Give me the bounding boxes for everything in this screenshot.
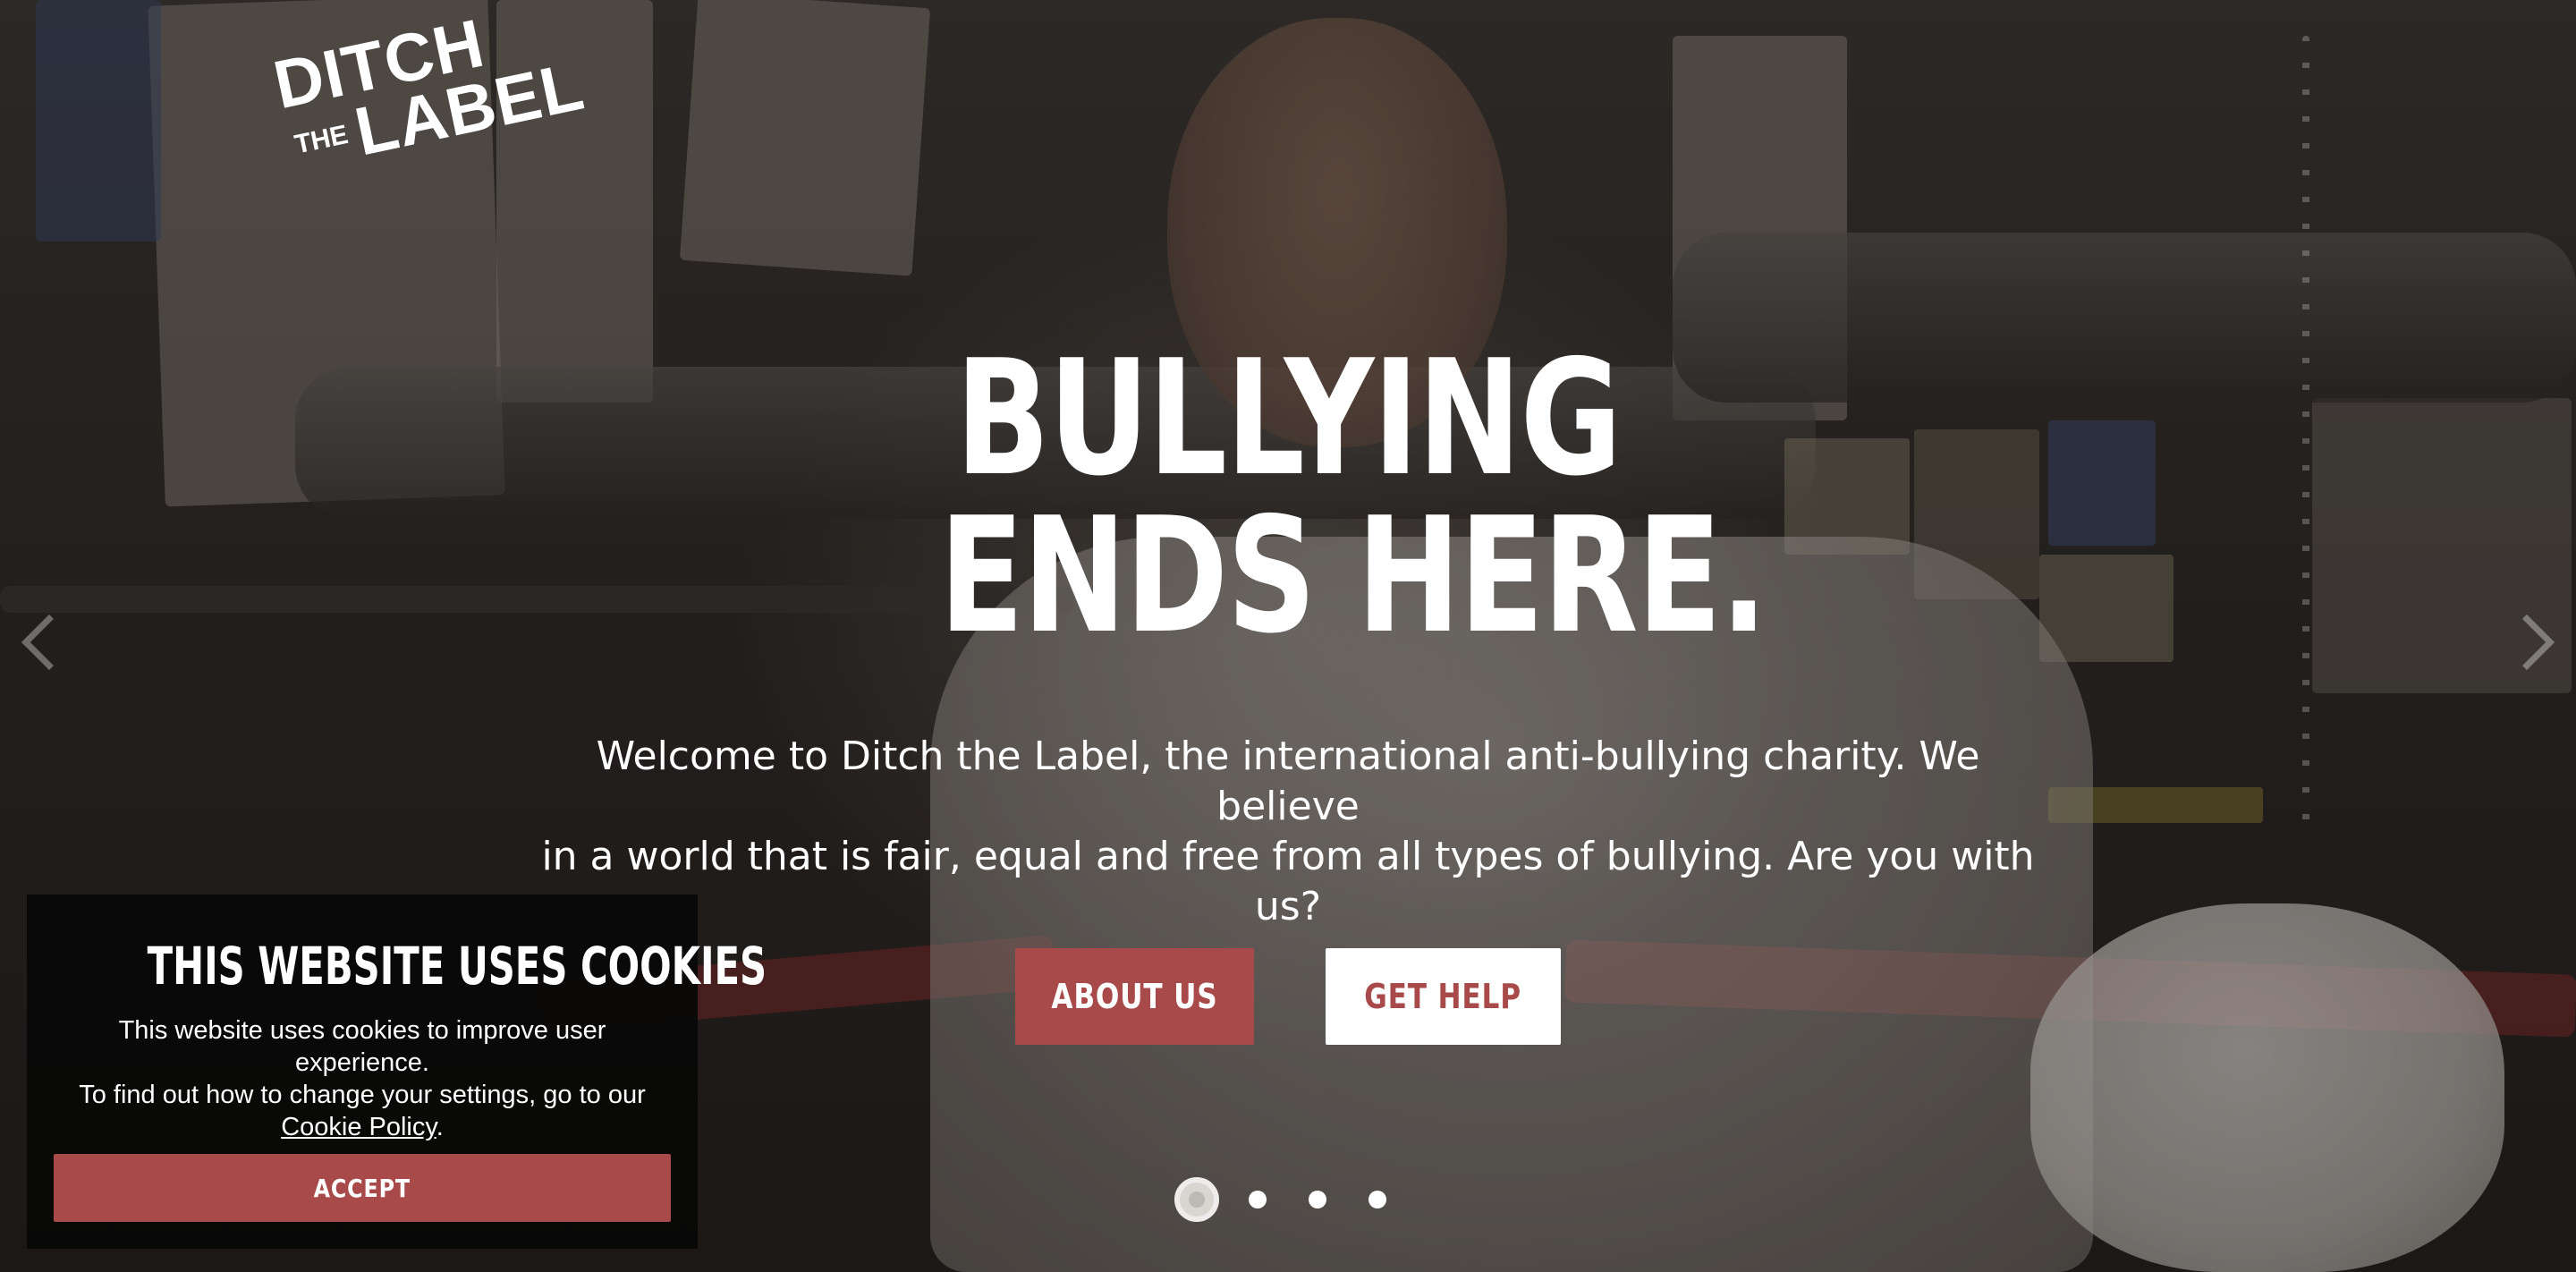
carousel-dot-2[interactable] [1249, 1191, 1267, 1208]
carousel-prev-button[interactable] [18, 598, 80, 687]
cookie-message-line-2: To find out how to change your settings,… [79, 1081, 646, 1109]
intro-line-1: Welcome to Ditch the Label, the internat… [596, 734, 1980, 829]
hero-intro-text: Welcome to Ditch the Label, the internat… [537, 732, 2039, 932]
cookie-title-text: THIS WEBSITE USES COOKIES [147, 936, 767, 996]
carousel-dot-4[interactable] [1368, 1191, 1386, 1208]
carousel-dot-1[interactable] [1174, 1177, 1219, 1222]
cookie-banner: THIS WEBSITE USES COOKIES This website u… [27, 895, 767, 1249]
logo-text-the: THE [292, 119, 352, 160]
cookie-accept-button[interactable]: ACCEPT [54, 1154, 671, 1222]
about-us-label: ABOUT US [1051, 977, 1218, 1016]
chevron-left-icon [21, 614, 78, 671]
about-us-button[interactable]: ABOUT US [1015, 948, 1254, 1045]
carousel-pagination [1174, 1177, 1407, 1222]
cookie-policy-link[interactable]: Cookie Policy [281, 1113, 436, 1141]
headline-line-2: ENDS HERE. [939, 483, 1767, 668]
hero-headline: BULLYING ENDS HERE. [939, 326, 1767, 668]
chevron-right-icon [2498, 614, 2555, 671]
carousel-next-button[interactable] [2496, 598, 2558, 687]
headline-line-1: BULLYING [955, 326, 1622, 511]
cookie-banner-title: THIS WEBSITE USES COOKIES [27, 937, 767, 995]
cookie-accept-label: ACCEPT [313, 1173, 411, 1203]
carousel-dot-3[interactable] [1309, 1191, 1326, 1208]
intro-line-2: in a world that is fair, equal and free … [541, 834, 2035, 929]
get-help-label: GET HELP [1364, 977, 1522, 1016]
cookie-message-line-1: This website uses cookies to improve use… [118, 1016, 606, 1077]
get-help-button[interactable]: GET HELP [1326, 948, 1561, 1045]
cookie-message-end: . [436, 1113, 444, 1141]
cookie-banner-message: This website uses cookies to improve use… [54, 1014, 671, 1143]
